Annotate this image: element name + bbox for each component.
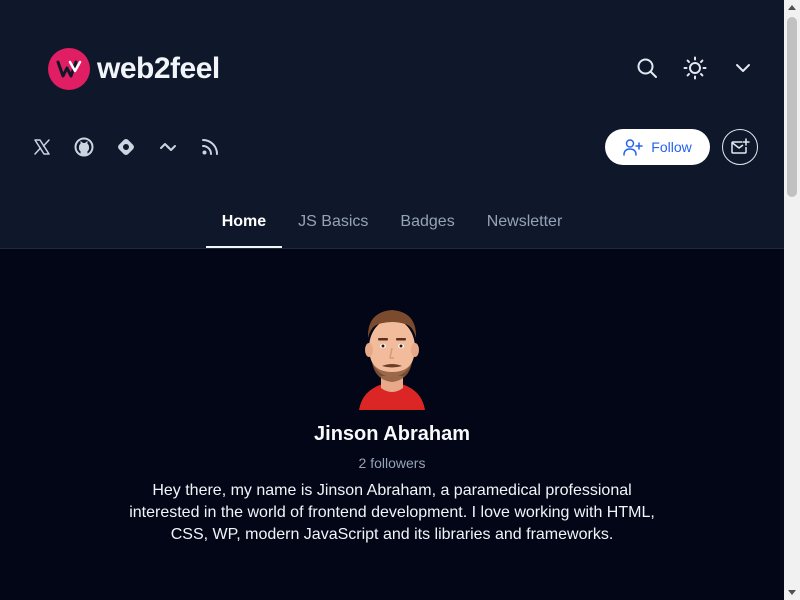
hashnode-icon[interactable] [115, 136, 137, 158]
social-links [31, 136, 241, 158]
sun-icon[interactable] [682, 55, 708, 81]
author-profile: Jinson Abraham 2 followers Hey there, my… [0, 300, 784, 546]
devto-link-icon[interactable] [157, 136, 179, 158]
tab-js-basics[interactable]: JS Basics [282, 200, 384, 248]
logo-text: web2feel [97, 52, 220, 85]
search-icon[interactable] [634, 55, 660, 81]
scrollbar-thumb[interactable] [787, 17, 797, 197]
avatar[interactable] [337, 300, 447, 410]
logo-mark-icon [48, 48, 90, 90]
page-scrollbar[interactable] [784, 0, 800, 600]
tab-home[interactable]: Home [205, 200, 283, 248]
blog-nav: Home JS Basics Badges Newsletter [0, 200, 784, 248]
tab-badges[interactable]: Badges [384, 200, 470, 248]
follow-button[interactable]: Follow [605, 129, 710, 165]
x-icon[interactable] [31, 136, 53, 158]
scroll-up-icon[interactable] [788, 5, 796, 10]
mail-plus-icon [731, 138, 750, 154]
rss-icon[interactable] [199, 136, 221, 158]
header-actions [612, 55, 756, 81]
author-name: Jinson Abraham [314, 423, 470, 445]
github-icon[interactable] [73, 136, 95, 158]
blog-logo[interactable]: web2feel [48, 48, 220, 90]
scroll-down-icon[interactable] [788, 590, 796, 595]
newsletter-subscribe-button[interactable] [722, 129, 758, 165]
author-bio: Hey there, my name is Jinson Abraham, a … [129, 482, 655, 543]
follow-label: Follow [651, 139, 692, 155]
chevron-down-icon[interactable] [730, 55, 756, 81]
user-plus-icon [623, 139, 644, 156]
follower-count[interactable]: 2 followers [0, 455, 784, 471]
tab-newsletter[interactable]: Newsletter [471, 200, 579, 248]
blog-header: web2feel Follow Home JS Basics Badges Ne… [0, 0, 784, 249]
page: web2feel Follow Home JS Basics Badges Ne… [0, 0, 784, 600]
